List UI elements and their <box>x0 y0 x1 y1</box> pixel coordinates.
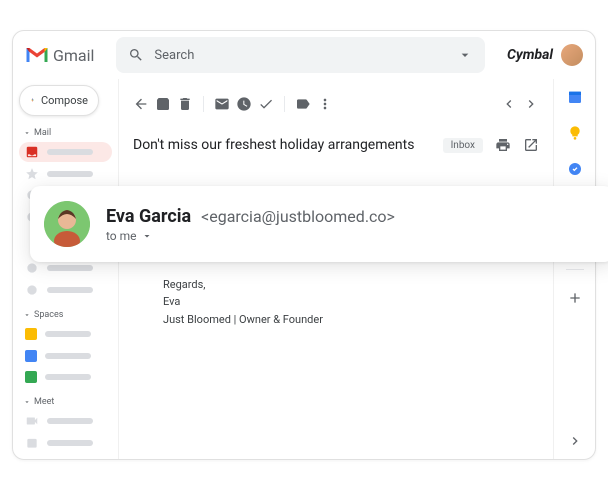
sidebar-space-item[interactable] <box>19 324 112 344</box>
sender-email: <egarcia@justbloomed.co> <box>201 207 395 226</box>
email-toolbar <box>133 89 539 119</box>
back-icon[interactable] <box>133 96 149 112</box>
next-icon[interactable] <box>523 96 539 112</box>
sidebar-space-item[interactable] <box>19 368 112 388</box>
compose-button[interactable]: Compose <box>19 85 99 116</box>
delete-icon[interactable] <box>177 96 193 112</box>
archive-icon[interactable] <box>155 96 171 112</box>
caret-down-icon <box>23 129 31 137</box>
calendar-icon <box>25 436 39 450</box>
mark-unread-icon[interactable] <box>214 96 230 112</box>
sidebar-item-starred[interactable] <box>19 164 112 184</box>
sender-avatar[interactable] <box>44 201 90 247</box>
section-meet[interactable]: Meet <box>19 395 112 409</box>
search-icon <box>128 47 144 63</box>
chevron-down-icon[interactable] <box>457 47 473 63</box>
prev-icon[interactable] <box>501 96 517 112</box>
sidebar-space-item[interactable] <box>19 346 112 366</box>
space-icon <box>25 328 37 340</box>
chevron-down-icon[interactable] <box>141 230 153 242</box>
inbox-badge[interactable]: Inbox <box>443 138 483 153</box>
star-icon <box>25 167 39 181</box>
add-panel-icon[interactable] <box>567 290 583 306</box>
add-task-icon[interactable] <box>258 96 274 112</box>
space-icon <box>25 371 37 383</box>
regards: Regards, <box>163 276 509 294</box>
org-name: Cymbal <box>507 47 553 63</box>
more-icon[interactable] <box>317 96 333 112</box>
calendar-panel-icon[interactable] <box>567 89 583 105</box>
print-icon[interactable] <box>495 137 511 153</box>
snooze-icon[interactable] <box>236 96 252 112</box>
sidebar-item-generic[interactable] <box>19 280 112 300</box>
gmail-logo: Gmail <box>25 46 94 65</box>
sender-name: Eva Garcia <box>106 206 191 227</box>
inbox-icon <box>25 145 39 159</box>
caret-down-icon <box>23 311 31 319</box>
search-input[interactable]: Search <box>116 37 485 73</box>
sidebar-item-inbox[interactable] <box>19 142 112 162</box>
open-new-icon[interactable] <box>523 137 539 153</box>
section-spaces[interactable]: Spaces <box>19 308 112 322</box>
compose-label: Compose <box>41 94 88 107</box>
sig-name: Eva <box>163 293 509 311</box>
sig-title: Just Bloomed | Owner & Founder <box>163 311 509 329</box>
side-panel <box>553 79 595 459</box>
user-avatar[interactable] <box>561 44 583 66</box>
recipient-text: to me <box>106 229 137 243</box>
space-icon <box>25 350 37 362</box>
tasks-panel-icon[interactable] <box>567 161 583 177</box>
gmail-m-icon <box>25 46 49 64</box>
sidebar-meet-item[interactable] <box>19 411 112 431</box>
sidebar-meet-item[interactable] <box>19 433 112 453</box>
caret-down-icon <box>23 398 31 406</box>
chevron-right-icon[interactable] <box>567 433 583 449</box>
sidebar: Compose Mail <box>13 79 119 459</box>
keep-panel-icon[interactable] <box>567 125 583 141</box>
brand-text: Gmail <box>53 46 94 65</box>
search-placeholder: Search <box>154 48 447 63</box>
sender-card: Eva Garcia <egarcia@justbloomed.co> to m… <box>30 186 608 262</box>
circle-icon <box>25 283 39 297</box>
circle-icon <box>25 261 39 275</box>
plus-icon <box>30 92 35 108</box>
label-icon[interactable] <box>295 96 311 112</box>
email-subject: Don't miss our freshest holiday arrangem… <box>133 137 431 153</box>
video-icon <box>25 414 39 428</box>
section-mail[interactable]: Mail <box>19 126 112 140</box>
